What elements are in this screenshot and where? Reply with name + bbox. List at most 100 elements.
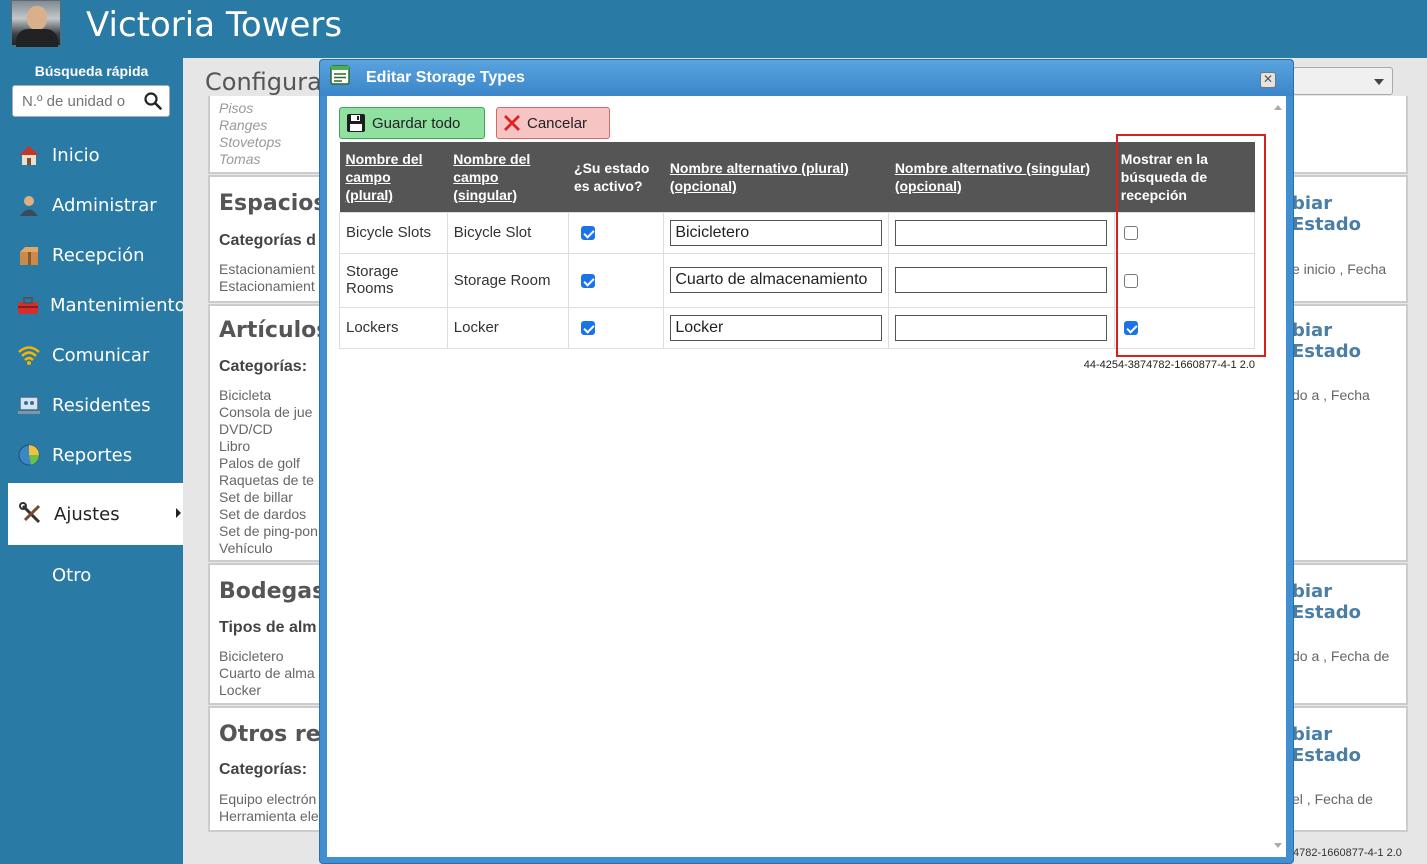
- alt-singular-input[interactable]: [895, 314, 1108, 341]
- column-header: ¿Su estado es activo?: [568, 142, 664, 212]
- top-bar: Victoria Towers: [0, 0, 1427, 58]
- save-all-label: Guardar todo: [372, 114, 461, 132]
- faded-list: Pisos Ranges Stovetops Tomas: [219, 100, 281, 168]
- list-item: Equipo electrón: [219, 791, 317, 807]
- list-item: Estacionamient: [219, 278, 315, 294]
- dialog-body: Guardar todo Cancelar Nombre del campo (…: [327, 96, 1286, 857]
- list-item: Herramienta ele: [219, 808, 319, 824]
- x-icon: [503, 114, 521, 132]
- section-items: Estacionamient Estacionamient: [219, 261, 315, 295]
- list-item: Vehículo: [219, 540, 273, 556]
- cancel-button[interactable]: Cancelar: [496, 107, 610, 139]
- dialog-titlebar[interactable]: Editar Storage Types ✕: [320, 60, 1293, 96]
- list-item: Ranges: [219, 117, 268, 133]
- nav-item-reportes[interactable]: Reportes: [0, 430, 183, 480]
- search-icon[interactable]: [144, 92, 162, 115]
- column-header[interactable]: Nombre alternativo (plural) (opcional): [663, 142, 889, 212]
- close-icon[interactable]: ✕: [1260, 72, 1276, 88]
- scroll-up-icon[interactable]: [1274, 105, 1282, 110]
- tools-icon: [18, 501, 44, 527]
- list-item: Bicicletero: [219, 648, 284, 664]
- alt-singular-input[interactable]: [895, 219, 1108, 246]
- scroll-down-icon[interactable]: [1274, 843, 1282, 848]
- active-checkbox[interactable]: [580, 226, 595, 241]
- section-right-text: el , Fecha de: [1292, 791, 1373, 807]
- list-item: DVD/CD: [219, 421, 273, 437]
- nav-item-residentes[interactable]: Residentes: [0, 380, 183, 430]
- page-title: Configurac: [205, 68, 335, 96]
- plural-name-cell: Lockers: [339, 306, 448, 349]
- nav-label: Comunicar: [52, 344, 150, 366]
- nav-item-otro[interactable]: Otro: [0, 550, 183, 600]
- singular-name-cell: Bicycle Slot: [446, 211, 569, 254]
- change-status-link[interactable]: biar Estado: [1292, 724, 1406, 766]
- list-item: Estacionamient: [219, 261, 315, 277]
- alt-plural-input[interactable]: [670, 219, 883, 246]
- profile-avatar[interactable]: [11, 0, 61, 47]
- sidebar: Búsqueda rápida Inicio Administrar Recep…: [0, 58, 186, 864]
- active-checkbox[interactable]: [580, 321, 595, 336]
- column-header[interactable]: Nombre del campo (plural): [339, 142, 448, 212]
- nav-label: Recepción: [52, 244, 145, 266]
- alt-plural-input[interactable]: [670, 267, 883, 293]
- admin-user-icon: [16, 192, 42, 218]
- nav-label: Inicio: [52, 144, 100, 166]
- section-title: Otros rec: [219, 722, 334, 747]
- section-subtitle: Categorías d: [219, 232, 316, 249]
- list-item: Stovetops: [219, 134, 282, 150]
- plural-name-cell: Bicycle Slots: [339, 211, 448, 254]
- section-right-text: e inicio , Fecha: [1292, 261, 1387, 277]
- change-status-link[interactable]: biar Estado: [1292, 581, 1406, 623]
- nav-label: Otro: [52, 564, 92, 586]
- quick-search-input[interactable]: [20, 87, 146, 115]
- package-icon: [16, 242, 42, 268]
- list-item: Consola de jue: [219, 404, 313, 420]
- section-items: Bicicletero Cuarto de alma Locker: [219, 648, 315, 699]
- nav-label: Residentes: [52, 394, 151, 416]
- section-right-text: do a , Fecha de: [1292, 648, 1390, 664]
- alt-plural-input[interactable]: [670, 314, 883, 341]
- alt-singular-input[interactable]: [895, 267, 1108, 293]
- quick-search-box: [12, 85, 170, 117]
- list-item: Locker: [219, 682, 262, 698]
- section-title: Artículos: [219, 318, 330, 343]
- nav-item-ajustes[interactable]: Ajustes: [8, 483, 183, 545]
- filter-select[interactable]: [1293, 67, 1393, 95]
- singular-name-cell: Storage Room: [446, 252, 569, 308]
- main-nav: Inicio Administrar Recepción Mantenimien…: [0, 130, 186, 600]
- section-title: Bodegas: [219, 579, 326, 604]
- pie-chart-icon: [16, 442, 42, 468]
- list-item: Cuarto de alma: [219, 665, 315, 681]
- cancel-label: Cancelar: [527, 114, 588, 132]
- floppy-disk-icon: [346, 113, 366, 133]
- list-item: Set de ping-pon: [219, 523, 318, 539]
- nav-label: Mantenimiento: [50, 294, 186, 316]
- list-item: Pisos: [219, 100, 254, 116]
- nav-item-inicio[interactable]: Inicio: [0, 130, 183, 180]
- form-icon: [330, 65, 350, 90]
- column-header[interactable]: Nombre del campo (singular): [447, 142, 569, 212]
- section-title: Espacios: [219, 191, 327, 216]
- nav-label: Ajustes: [54, 503, 120, 525]
- column-header[interactable]: Nombre alternativo (singular) (opcional): [888, 142, 1115, 212]
- nav-item-administrar[interactable]: Administrar: [0, 180, 183, 230]
- nav-item-mantenimiento[interactable]: Mantenimiento: [0, 280, 186, 330]
- section-subtitle: Tipos de alm: [219, 619, 317, 636]
- list-item: Set de dardos: [219, 506, 307, 522]
- quick-search-label: Búsqueda rápida: [34, 63, 149, 79]
- section-items: Equipo electrón Herramienta ele: [219, 791, 319, 825]
- dialog-scrollbar[interactable]: [1269, 96, 1286, 857]
- change-status-link[interactable]: biar Estado: [1292, 193, 1406, 235]
- residents-icon: [16, 392, 42, 418]
- plural-name-cell: Storage Rooms: [339, 252, 448, 308]
- active-checkbox[interactable]: [580, 273, 595, 288]
- footer-version: 4782-1660877-4-1 2.0: [1293, 847, 1402, 859]
- wifi-icon: [16, 342, 42, 368]
- list-item: Set de billar: [219, 489, 293, 505]
- save-all-button[interactable]: Guardar todo: [339, 107, 485, 139]
- nav-label: Administrar: [52, 194, 157, 216]
- nav-item-recepcion[interactable]: Recepción: [0, 230, 183, 280]
- change-status-link[interactable]: biar Estado: [1292, 320, 1406, 362]
- toolbox-icon: [16, 292, 40, 318]
- nav-item-comunicar[interactable]: Comunicar: [0, 330, 183, 380]
